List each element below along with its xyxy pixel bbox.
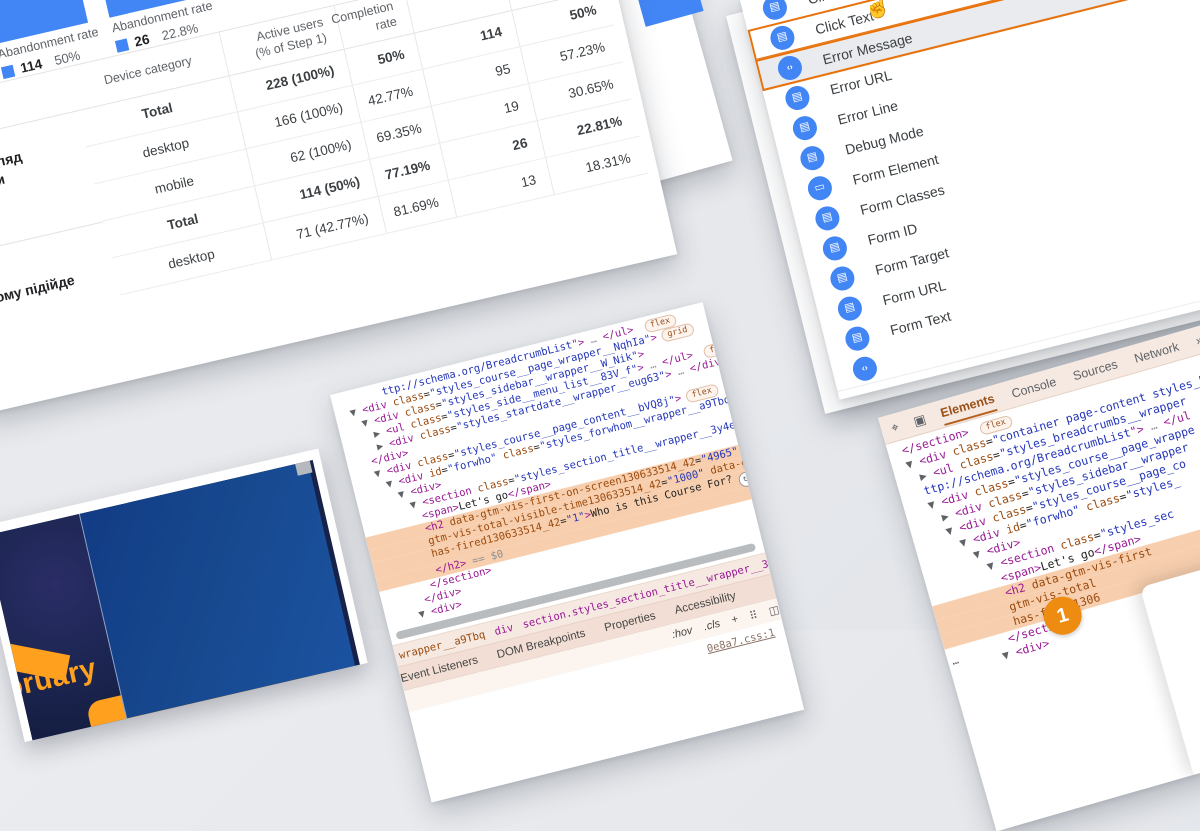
step-label-1: 1. Переглядсторінки — [0, 133, 90, 201]
hov-toggle[interactable]: :hov — [671, 625, 694, 642]
site-blue-column — [79, 461, 355, 718]
variable-icon: ▤ — [835, 294, 864, 323]
variable-icon: ▤ — [828, 263, 857, 292]
breadcrumb-item[interactable]: h2 — [801, 545, 804, 562]
hand-cursor-icon: ☝ — [862, 0, 893, 22]
variable-icon: ▤ — [843, 324, 872, 353]
devtools-tab[interactable]: Console — [1009, 370, 1059, 404]
variable-icon: ▭ — [805, 173, 834, 202]
devtools-tab[interactable]: Sources — [1070, 353, 1120, 387]
divider — [0, 221, 103, 256]
new-rule-button[interactable]: + — [730, 613, 739, 626]
variable-icon: ‹› — [775, 53, 804, 82]
site-page-card: February — [0, 449, 368, 743]
legend-square-icon — [1, 64, 15, 78]
variable-icon: ▤ — [768, 23, 797, 52]
devtools-tab[interactable]: Network — [1131, 335, 1181, 369]
funnel-bar — [633, 0, 703, 27]
computed-panel-icon[interactable]: ◫ — [767, 602, 780, 617]
site-hero-section: February — [0, 460, 360, 740]
variable-icon: ‹› — [850, 354, 879, 383]
variable-icon: ▤ — [813, 203, 842, 232]
step-label-2: 2. Кому підійде — [0, 262, 116, 312]
variable-icon: ▤ — [820, 233, 849, 262]
variable-label: Form ID — [866, 220, 919, 248]
variable-icon: ▤ — [798, 143, 827, 172]
cls-toggle[interactable]: .cls — [702, 618, 721, 634]
variable-icon: ▤ — [790, 113, 819, 142]
variable-icon: ▤ — [760, 0, 789, 22]
legend-square-icon — [115, 38, 129, 52]
device-toolbar-icon[interactable]: ▣ — [912, 411, 928, 430]
devtools-panel-center: ttp://schema.org/BreadcrumbList"> … </ul… — [330, 302, 804, 802]
grid-options-icon[interactable]: ⠿ — [748, 608, 759, 623]
devtools-tab[interactable]: » — [1193, 328, 1200, 351]
inspect-element-icon[interactable]: ⌖ — [889, 419, 900, 436]
variable-icon: ▤ — [783, 83, 812, 112]
